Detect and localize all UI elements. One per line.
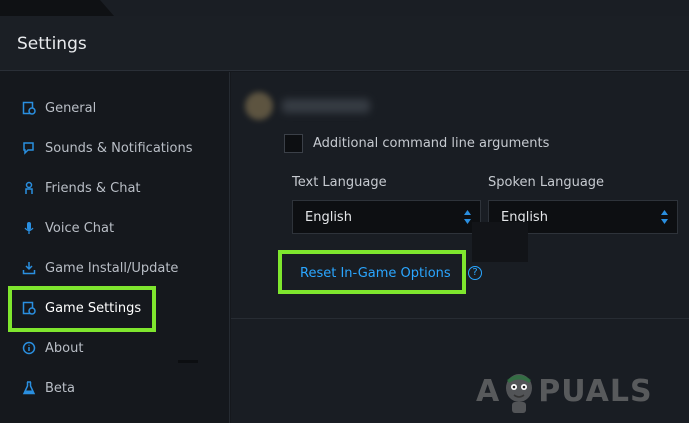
settings-header: Settings (0, 16, 689, 71)
download-icon (22, 261, 36, 275)
flask-icon (22, 381, 36, 395)
settings-sidebar: General Sounds & Notifications Friends &… (0, 72, 230, 423)
person-icon (22, 181, 36, 195)
command-line-args-checkbox[interactable] (284, 134, 303, 153)
mascot-icon (506, 374, 533, 413)
sidebar-item-general[interactable]: General (0, 88, 230, 128)
help-icon[interactable]: ? (468, 266, 482, 280)
sidebar-item-game-install-update[interactable]: Game Install/Update (0, 248, 230, 288)
game-name-blurred (282, 99, 370, 113)
select-arrows-icon (660, 209, 669, 225)
text-language-value: English (305, 210, 352, 225)
sidebar-item-voice-chat[interactable]: Voice Chat (0, 208, 230, 248)
select-arrows-icon (463, 209, 472, 225)
sidebar-item-label: General (45, 100, 97, 116)
decorative-line (178, 360, 198, 363)
window-top-bar (0, 0, 689, 16)
sidebar-item-sounds-notifications[interactable]: Sounds & Notifications (0, 128, 230, 168)
sidebar-item-label: Beta (45, 380, 75, 396)
sidebar-item-beta[interactable]: Beta (0, 368, 230, 408)
watermark-text-right: PUALS (538, 373, 653, 409)
sidebar-item-label: About (45, 340, 84, 356)
sidebar-item-label: Game Install/Update (45, 260, 179, 276)
sidebar-item-label: Friends & Chat (45, 180, 141, 196)
text-language-label: Text Language (292, 175, 387, 190)
overlay-patch (472, 222, 528, 262)
sidebar-item-label: Sounds & Notifications (45, 140, 193, 156)
highlight-game-settings (8, 286, 156, 332)
sidebar-item-label: Voice Chat (45, 220, 115, 236)
bell-icon (22, 141, 36, 155)
command-line-args-label: Additional command line arguments (313, 136, 550, 151)
appuals-watermark: A PUALS (476, 368, 653, 414)
spoken-language-label: Spoken Language (488, 175, 605, 190)
info-icon (22, 341, 36, 355)
section-divider (231, 318, 689, 319)
general-settings-icon (22, 101, 36, 115)
game-logo-blurred (245, 92, 273, 120)
sidebar-item-friends-chat[interactable]: Friends & Chat (0, 168, 230, 208)
window-tab-strip (100, 0, 689, 16)
page-title: Settings (17, 34, 87, 54)
text-language-select[interactable]: English (292, 200, 481, 234)
microphone-icon (22, 221, 36, 235)
highlight-reset-options (278, 250, 466, 294)
watermark-text-left: A (476, 373, 501, 409)
